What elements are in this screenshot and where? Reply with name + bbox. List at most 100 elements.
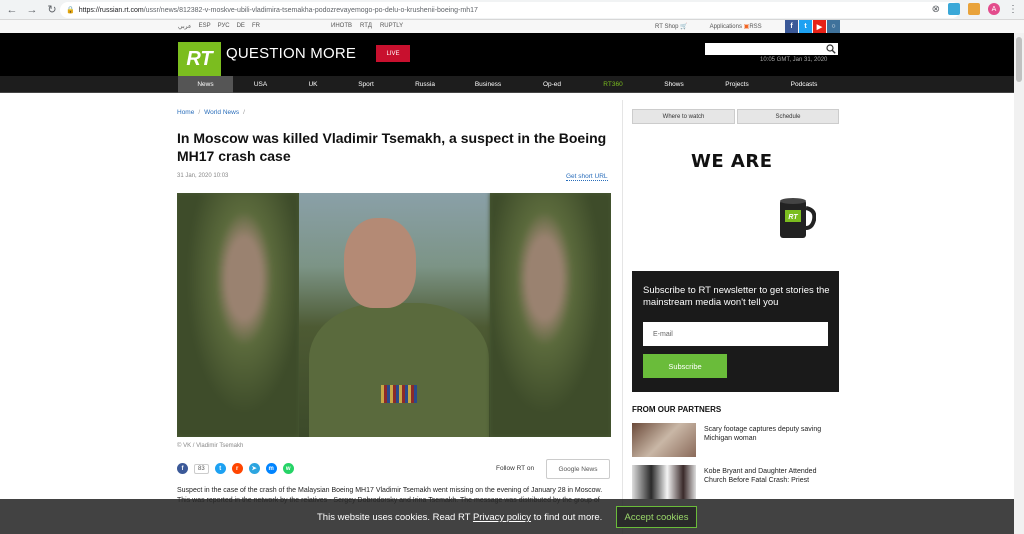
nav-item-business[interactable]: Business [456, 76, 520, 93]
lang-link[interactable]: عربي [178, 23, 192, 30]
nav-item-oped[interactable]: Op-ed [520, 76, 584, 93]
twitter-icon[interactable]: t [799, 20, 812, 33]
whatsapp-share-icon[interactable]: w [282, 463, 294, 474]
cart-icon: 🛒 [680, 24, 688, 30]
photo-figure-face [344, 218, 416, 308]
photo-medals [381, 385, 417, 403]
lang-link[interactable]: ESP [199, 23, 211, 30]
back-icon[interactable]: ← [4, 2, 20, 18]
partner-headline: Kobe Bryant and Daughter Attended Church… [704, 468, 817, 484]
facebook-icon[interactable]: f [785, 20, 798, 33]
search-input[interactable] [705, 43, 838, 55]
accept-cookies-button[interactable]: Accept cookies [616, 506, 697, 528]
partner-thumbnail [632, 423, 696, 457]
lang-link[interactable]: РУС [218, 23, 230, 30]
messenger-share-icon[interactable]: m [265, 463, 277, 474]
email-field[interactable]: E-mail [643, 322, 828, 346]
partner-thumbnail [632, 465, 696, 499]
google-news-button[interactable]: Google News [546, 459, 610, 479]
nav-item-usa[interactable]: USA [233, 76, 288, 93]
page-scrollbar[interactable] [1014, 33, 1024, 534]
cookie-message: This website uses cookies. Read RT Priva… [317, 512, 602, 523]
nav-item-shows[interactable]: Shows [642, 76, 706, 93]
breadcrumb-home[interactable]: Home [177, 109, 194, 116]
nav-item-sport[interactable]: Sport [338, 76, 394, 93]
breadcrumb: Home / World News / [177, 109, 245, 116]
rt-shop-link[interactable]: RT Shop 🛒 [655, 23, 688, 30]
network-link[interactable]: ИНОТВ [331, 23, 352, 29]
subscribe-button[interactable]: Subscribe [643, 354, 727, 378]
share-count: 83 [194, 463, 209, 474]
rss-label: RSS [749, 24, 762, 30]
applications-link[interactable]: Applications ▣RSS [710, 23, 762, 30]
rt-shop-label: RT Shop [655, 24, 679, 30]
breadcrumb-separator: / [243, 109, 245, 116]
youtube-icon[interactable]: ▶ [813, 20, 826, 33]
photo-center [299, 193, 490, 437]
tab-schedule[interactable]: Schedule [737, 109, 839, 124]
article-date: 31 Jan, 2020 10:03 [177, 173, 229, 179]
url-path: /ussr/news/812382-v-moskve-ubili-vladimi… [143, 6, 478, 14]
forward-icon[interactable]: → [24, 2, 40, 18]
reload-icon[interactable]: ↻ [44, 2, 60, 18]
facebook-share-icon[interactable]: f [177, 463, 188, 474]
svg-text:RT: RT [788, 214, 798, 221]
follow-label: Follow RT on [496, 465, 535, 472]
applications-label: Applications [709, 24, 742, 30]
partner-item[interactable]: Kobe Bryant and Daughter Attended Church… [632, 465, 839, 499]
site-tagline: QUESTION MORE [226, 45, 357, 62]
nav-item-projects[interactable]: Projects [706, 76, 768, 93]
photo-blur-right [490, 193, 611, 437]
scrollbar-thumb[interactable] [1016, 37, 1022, 82]
instagram-icon[interactable]: ○ [827, 20, 840, 33]
photo-caption: © VK / Vladimir Tsemakh [177, 443, 244, 449]
tab-where-to-watch[interactable]: Where to watch [632, 109, 735, 124]
network-link[interactable]: RTД [360, 23, 372, 29]
breadcrumb-separator: / [198, 109, 201, 116]
cookie-banner: This website uses cookies. Read RT Priva… [0, 499, 1014, 534]
nav-item-russia[interactable]: Russia [394, 76, 456, 93]
cookie-text-start: This website uses cookies. Read RT [317, 512, 471, 523]
short-url-link[interactable]: Get short URL [566, 173, 608, 181]
photo-blur-left [177, 193, 299, 437]
lang-link[interactable]: FR [252, 23, 260, 30]
partner-headline: Scary footage captures deputy saving Mic… [704, 426, 822, 442]
cookie-text-end: to find out more. [533, 512, 603, 523]
article-title: In Moscow was killed Vladimir Tsemakh, a… [177, 130, 607, 164]
nav-item-rt360[interactable]: RT360 [584, 76, 642, 93]
live-button[interactable]: LIVE [376, 45, 410, 62]
extension-icon[interactable] [968, 3, 980, 15]
partners-heading: FROM OUR PARTNERS [632, 405, 722, 414]
share-bar: f 83 t r ➤ m w [177, 463, 294, 474]
photo-figure-body [309, 303, 489, 437]
network-links: ИНОТВ RTД RUPTLY [331, 23, 403, 29]
rt-mug-icon[interactable]: RT [776, 196, 816, 242]
search-icon[interactable] [826, 44, 836, 54]
nav-item-podcasts[interactable]: Podcasts [768, 76, 840, 93]
main-nav: News USA UK Sport Russia Business Op-ed … [0, 76, 1024, 93]
reddit-share-icon[interactable]: r [231, 463, 243, 474]
network-link[interactable]: RUPTLY [380, 23, 403, 29]
article-photo [177, 193, 611, 437]
newsletter-text: Subscribe to RT newsletter to get storie… [643, 285, 830, 308]
nav-item-uk[interactable]: UK [288, 76, 338, 93]
partner-item[interactable]: Scary footage captures deputy saving Mic… [632, 423, 839, 457]
lang-link[interactable]: DE [237, 23, 245, 30]
url-domain: https://russian.rt.com [78, 6, 144, 14]
rt-logo[interactable]: RT [178, 42, 221, 76]
privacy-policy-link[interactable]: Privacy policy [473, 512, 531, 523]
twitter-share-icon[interactable]: t [214, 463, 226, 474]
extension-icon[interactable] [948, 3, 960, 15]
breadcrumb-world-news[interactable]: World News [204, 109, 239, 116]
newsletter-box: Subscribe to RT newsletter to get storie… [632, 271, 839, 392]
lock-icon: 🔒 [66, 7, 75, 14]
language-links: عربي ESP РУС DE FR [178, 23, 260, 30]
address-bar[interactable]: 🔒 https://russian.rt.com/ussr/news/81238… [60, 2, 960, 18]
telegram-share-icon[interactable]: ➤ [248, 463, 260, 474]
promo-title[interactable]: WE ARE [691, 151, 773, 172]
profile-avatar[interactable]: A [988, 3, 1000, 15]
nav-item-news[interactable]: News [178, 76, 233, 93]
menu-icon[interactable]: ⋮ [1008, 4, 1018, 15]
utility-bar: عربي ESP РУС DE FR ИНОТВ RTД RUPTLY RT S… [0, 20, 1024, 33]
clear-icon[interactable]: ⊗ [932, 4, 940, 15]
